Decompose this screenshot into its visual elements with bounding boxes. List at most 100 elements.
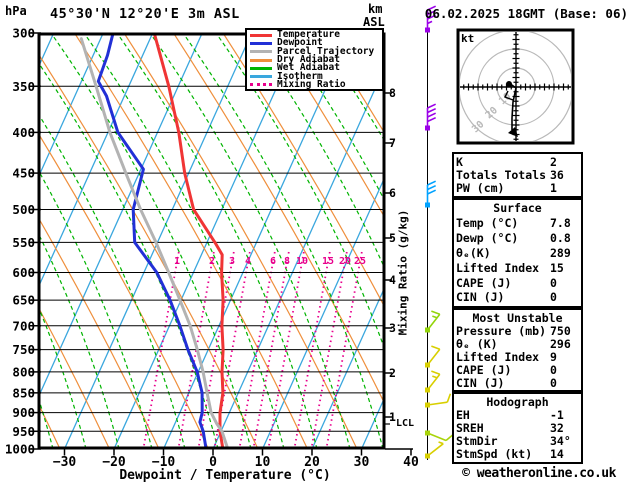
panel-box-surface: Surface Temp (°C) 7.8 Dewp (°C) 0.8 θₑ(K) 289 L… <box>452 198 583 308</box>
km-tick-label: 1 <box>389 410 396 424</box>
isotherm-line <box>0 33 4 449</box>
lcl-marker-label: LCL <box>396 418 415 429</box>
wind-barb <box>425 103 436 131</box>
wind-barb-feather <box>427 116 436 123</box>
panel-row-label: CIN (J) <box>456 290 505 305</box>
panel-row-label: θₑ (K) <box>456 336 498 351</box>
km-tick-label: 7 <box>389 136 396 150</box>
panel-row: Dewp (°C) 0.8 <box>456 232 579 244</box>
isotherm-line <box>39 34 203 398</box>
panel-row: SREH 32 <box>456 422 579 434</box>
mixing-ratio-label: 25 <box>354 256 366 267</box>
km-tick-label: 3 <box>389 321 396 335</box>
panel-row-value: 0.8 <box>550 231 571 246</box>
panel-row-value: 15 <box>550 260 564 275</box>
pressure-tick-label: 400 <box>12 125 35 140</box>
pressure-tick-label: 900 <box>12 405 35 420</box>
wind-barb-feather <box>427 180 436 186</box>
panel-row-value: 1 <box>550 181 557 196</box>
pressure-axis-unit: hPa <box>5 4 27 18</box>
wind-barb-staff <box>427 432 447 442</box>
panel-row: θₑ (K) 296 <box>456 338 579 350</box>
pressure-tick-label: 1000 <box>5 442 35 457</box>
pressure-tick-label: 650 <box>12 293 35 308</box>
wind-barb-feather <box>427 112 436 118</box>
panel-box-title: Most Unstable <box>472 310 563 325</box>
wet-adiabat-line <box>39 62 219 448</box>
isotherm-line <box>262 177 384 448</box>
legend-item: Mixing Ratio <box>250 78 382 90</box>
mixing-ratio-label: 8 <box>284 256 290 267</box>
panel-row-value: -1 <box>550 407 564 422</box>
wet-adiabat-line <box>215 34 384 349</box>
panel-row: K2 <box>456 156 579 168</box>
panel-row-label: CIN (J) <box>456 375 505 390</box>
pressure-tick-label: 950 <box>12 424 35 439</box>
panel-row-label: Temp (°C) <box>456 216 519 231</box>
km-tick-label: 8 <box>389 86 396 100</box>
panel-row: Lifted Index 15 <box>456 262 579 274</box>
hodograph-storm-marker <box>506 81 512 87</box>
panel-row: Totals Totals 36 <box>456 169 579 181</box>
wind-barb-feather <box>427 103 436 109</box>
pressure-tick-label: 500 <box>12 202 35 217</box>
wind-barb-half-feather <box>432 375 438 379</box>
panel-box-title: Surface <box>493 201 542 216</box>
panel-row: StmDir 34° <box>456 435 579 447</box>
panel-row-value: 14 <box>550 447 564 462</box>
panel-row-value: 2 <box>550 154 557 169</box>
legend-swatch-dry-adiabat <box>250 58 272 62</box>
legend-swatch-mixing-ratio <box>250 83 272 87</box>
hodograph-unit-label: kt <box>461 32 475 45</box>
panel-row: Temp (°C) 7.8 <box>456 217 579 229</box>
panel-row-label: Dewp (°C) <box>456 231 519 246</box>
pressure-tick-label: 750 <box>12 342 35 357</box>
panel-row: StmSpd (kt) 14 <box>456 448 579 460</box>
panel-row-label: Lifted Index <box>456 260 540 275</box>
panel-row-value: 9 <box>550 349 557 364</box>
panel-row-value: 34° <box>550 434 571 449</box>
panel-row-label: K <box>456 154 463 169</box>
pressure-tick-label: 700 <box>12 318 35 333</box>
panel-row-value: 0 <box>550 290 557 305</box>
panel-row-value: 0 <box>550 275 557 290</box>
panel-box-title: Hodograph <box>486 394 549 409</box>
km-tick-label: 2 <box>389 366 396 380</box>
panel-row-value: 289 <box>550 245 571 260</box>
legend-item-label: Mixing Ratio <box>277 78 346 90</box>
panel-row-label: PW (cm) <box>456 181 505 196</box>
station-title: 45°30'N 12°20'E 3m ASL <box>50 6 240 22</box>
panel-row-value: 32 <box>550 420 564 435</box>
legend-swatch-dewpoint <box>250 41 272 45</box>
km-tick-label: 5 <box>389 231 396 245</box>
panel-row: EH -1 <box>456 409 579 421</box>
wind-barb-staff <box>426 348 441 366</box>
wind-barb-feather <box>427 189 436 195</box>
wind-barb-feather <box>431 345 441 350</box>
km-tick-label: 6 <box>389 186 396 200</box>
mixing-ratio-label: 15 <box>322 256 334 267</box>
wind-barb <box>425 430 454 442</box>
panel-row-value: 0 <box>550 375 557 390</box>
panel-row-label: StmSpd (kt) <box>456 447 533 462</box>
legend-swatch-isotherm <box>250 75 272 79</box>
wind-barb <box>425 393 452 408</box>
panel-row-label: EH <box>456 407 470 422</box>
wind-barb-feather <box>427 107 436 114</box>
panel-row: Lifted Index 9 <box>456 351 579 363</box>
legend-swatch-parcel-trajectory <box>250 50 272 54</box>
mixing-ratio-label: 1 <box>174 256 180 267</box>
altitude-axis-unit-km: km <box>368 2 383 16</box>
pressure-tick-label: 800 <box>12 364 35 379</box>
panel-row: CAPE (J) 0 <box>456 364 579 376</box>
skewt-sounding-page: { "header": { "pressure_unit": "hPa", "t… <box>0 0 629 486</box>
panel-row: θₑ(K) 289 <box>456 247 579 259</box>
wind-barb-staff <box>427 443 444 457</box>
pressure-tick-label: 550 <box>12 235 35 250</box>
panel-row-value: 36 <box>550 167 564 182</box>
mixing-ratio-axis-title: Mixing Ratio (g/kg) <box>396 209 410 336</box>
mixing-ratio-label: 3 <box>229 256 235 267</box>
panel-box-hodograph: Hodograph EH -1 SREH 32 StmDir 34° StmSpd (kt) 1… <box>452 392 583 464</box>
pressure-tick-label: 350 <box>12 79 35 94</box>
panel-row-label: CAPE (J) <box>456 362 512 377</box>
